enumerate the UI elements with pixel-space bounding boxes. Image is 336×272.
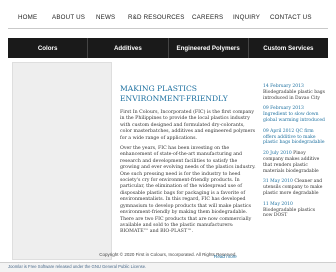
news-item[interactable]: 20 July 2010 Pinoy company makes additiv…: [263, 151, 325, 174]
article-paragraph-2: Over the years, FIC has been investing o…: [120, 146, 256, 235]
news-sidebar: 14 February 2013 Biodegradable plastic b…: [263, 84, 325, 224]
news-item[interactable]: 31 May 2010 Cleaner and utensils company…: [263, 179, 325, 196]
nav-careers[interactable]: CAREERS: [192, 14, 223, 21]
news-title[interactable]: Biodegradable plastics now DOST: [263, 208, 315, 219]
category-colors[interactable]: Colors: [8, 38, 89, 58]
news-item[interactable]: 09 February 2013 Ingredient to slow down…: [263, 106, 325, 123]
news-date: 11 May 2010: [263, 201, 293, 207]
nav-inquiry[interactable]: INQUIRY: [233, 14, 260, 21]
category-engineered-polymers[interactable]: Engineered Polymers: [169, 38, 249, 58]
news-item[interactable]: 09 April 2012 QC firm offers additive to…: [263, 129, 325, 146]
copyright-text: Copyright © 2020 First in Colours, Incor…: [99, 252, 237, 257]
news-date: 09 February 2013: [263, 106, 304, 112]
nav-news[interactable]: NEWS: [96, 14, 115, 21]
nav-about-us[interactable]: ABOUT US: [52, 14, 85, 21]
nav-contact-us[interactable]: CONTACT US: [270, 14, 312, 21]
article-heading: MAKING PLASTICS ENVIRONMENT-FRIENDLY: [120, 84, 228, 103]
nav-home[interactable]: HOME: [18, 14, 37, 21]
read-more-link[interactable]: Read more: [214, 254, 237, 259]
category-navigation: Colors Additives Engineered Polymers Cus…: [8, 38, 328, 58]
category-additives[interactable]: Additives: [88, 38, 169, 58]
news-title[interactable]: Ingredient to slow down global warming i…: [263, 112, 325, 123]
news-item[interactable]: 14 February 2013 Biodegradable plastic b…: [263, 84, 325, 101]
article-paragraph-1: First In Colours, Incorporated (FIC) is …: [120, 110, 256, 141]
main-article: MAKING PLASTICS ENVIRONMENT-FRIENDLY Fir…: [120, 84, 258, 240]
nav-rd-resources[interactable]: R&D RESOURCES: [128, 14, 185, 21]
news-date: 14 February 2013: [263, 84, 304, 89]
news-date: 09 April 2012: [263, 128, 295, 134]
news-item[interactable]: 11 May 2010 Biodegradable plastics now D…: [263, 202, 325, 219]
news-title[interactable]: Biodegradable plastic bags introduced in…: [263, 90, 325, 101]
footer-license-text: Joomla! is Free Software released under …: [8, 264, 147, 269]
left-sidebar: [12, 62, 112, 260]
top-navigation: HOME ABOUT US NEWS R&D RESOURCES CAREERS…: [8, 8, 328, 29]
news-date: 31 May 2010: [263, 179, 293, 185]
news-date: 20 July 2010: [263, 151, 292, 157]
content-area: MAKING PLASTICS ENVIRONMENT-FRIENDLY Fir…: [8, 60, 328, 260]
category-custom-services[interactable]: Custom Services: [249, 38, 328, 58]
